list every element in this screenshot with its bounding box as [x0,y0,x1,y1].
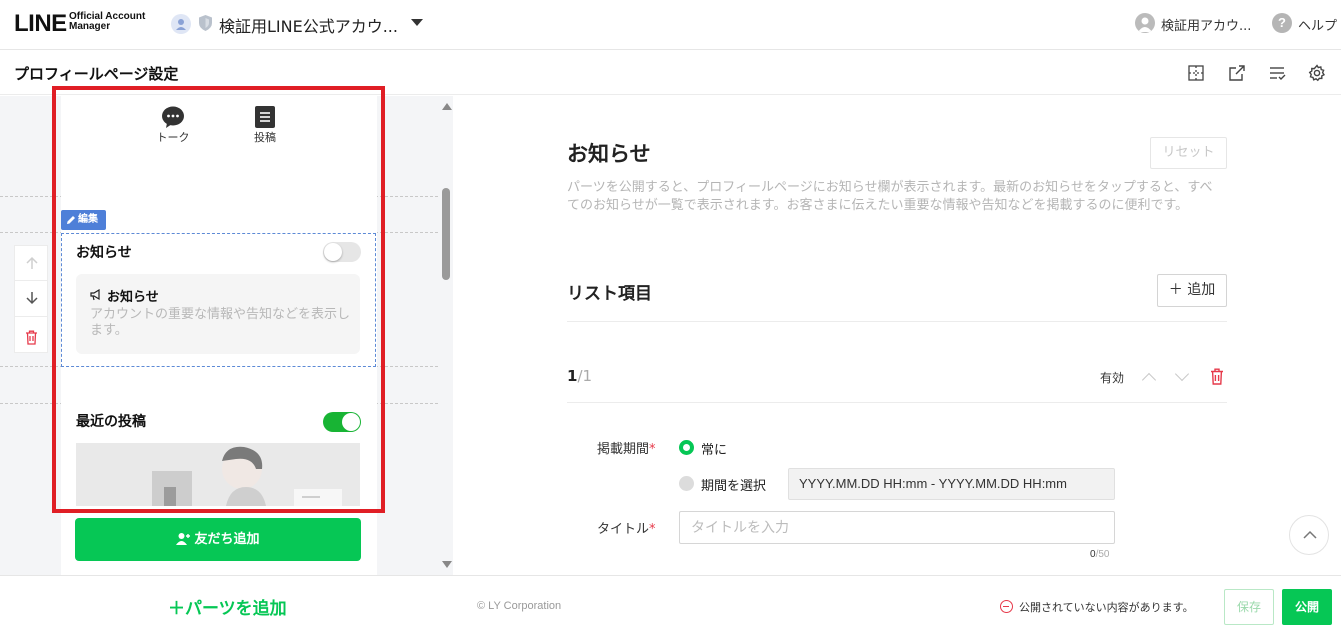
user-avatar-icon[interactable] [1135,13,1155,33]
layout-icon[interactable] [1187,64,1205,82]
line-logo[interactable]: LINE [14,10,67,38]
period-label: 掲載期間* [597,438,656,457]
chevron-up-icon [1303,530,1317,539]
scroll-down-arrow-icon[interactable] [442,561,452,568]
list-edit-icon[interactable] [1268,64,1286,82]
add-parts-bar: ＋パーツを追加 [0,575,453,633]
char-counter: 0/50 [1090,549,1109,560]
editor-title: お知らせ [567,142,651,166]
scroll-up-arrow-icon[interactable] [442,103,452,110]
help-link[interactable]: ヘルプ [1298,15,1337,34]
settings-icon[interactable] [1308,64,1326,82]
trash-icon[interactable] [25,330,38,345]
title-label-text: タイトル [597,522,650,537]
unpublished-notice: 公開されていない内容があります。 [1019,601,1194,614]
period-always-label[interactable]: 常に [701,439,727,458]
item-status-label: 有効 [1100,371,1125,385]
account-name[interactable]: 検証用LINE公式アカウ... [219,13,398,37]
account-avatar-icon [171,14,191,34]
top-bar: LINE Official Account Manager 検証用LINE公式ア… [0,0,1341,50]
page-title: プロフィールページ設定 [14,65,179,83]
required-mark: * [649,522,656,537]
scrollbar-thumb[interactable] [442,188,450,280]
highlight-frame [52,86,385,513]
add-item-button[interactable]: ＋ 追加 [1157,274,1227,307]
add-friend-label: 友だち追加 [194,532,260,547]
period-custom-label[interactable]: 期間を選択 [701,475,766,494]
section-controls [14,245,48,353]
period-label-text: 掲載期間 [597,442,650,457]
move-up-icon[interactable] [25,256,39,270]
warning-minus-icon [1000,600,1013,613]
logo-subtitle-line-2: Manager [69,21,111,32]
date-range-input[interactable]: YYYY.MM.DD HH:mm - YYYY.MM.DD HH:mm [788,468,1115,500]
char-count-max: /50 [1095,549,1110,560]
scroll-to-top-button[interactable] [1289,515,1329,555]
reset-button[interactable]: リセット [1150,137,1227,169]
list-items-title: リスト項目 [567,284,652,304]
move-down-icon[interactable] [25,291,39,305]
divider [15,316,47,317]
copyright: © LY Corporation [477,600,562,612]
footer [453,575,1341,633]
verified-shield-icon [198,14,213,32]
save-button[interactable]: 保存 [1224,589,1274,625]
add-friend-button[interactable]: 友だち追加 [75,518,361,561]
user-name[interactable]: 検証用アカウ... [1161,15,1251,34]
chevron-down-icon[interactable] [411,19,423,26]
title-label: タイトル* [597,518,656,537]
trash-icon[interactable] [1210,368,1224,385]
divider [15,280,47,281]
item-total: /1 [577,367,593,385]
period-always-radio[interactable] [679,440,694,455]
required-mark: * [649,442,656,457]
editor-description: パーツを公開すると、プロフィールページにお知らせ欄が表示されます。最新のお知らせ… [567,180,1213,213]
add-person-icon [176,533,191,545]
divider [567,402,1227,403]
item-index: 1 [567,367,578,385]
help-icon[interactable]: ? [1272,13,1292,33]
item-counter: 1/1 [567,367,592,385]
logo-subtitle: Official Account Manager [69,12,145,32]
scrollbar[interactable] [440,96,453,575]
period-custom-radio[interactable] [679,476,694,491]
publish-button[interactable]: 公開 [1282,589,1332,625]
external-link-icon[interactable] [1228,64,1246,82]
add-parts-button[interactable]: ＋パーツを追加 [168,594,287,619]
divider [567,321,1227,322]
title-input[interactable] [679,511,1115,544]
